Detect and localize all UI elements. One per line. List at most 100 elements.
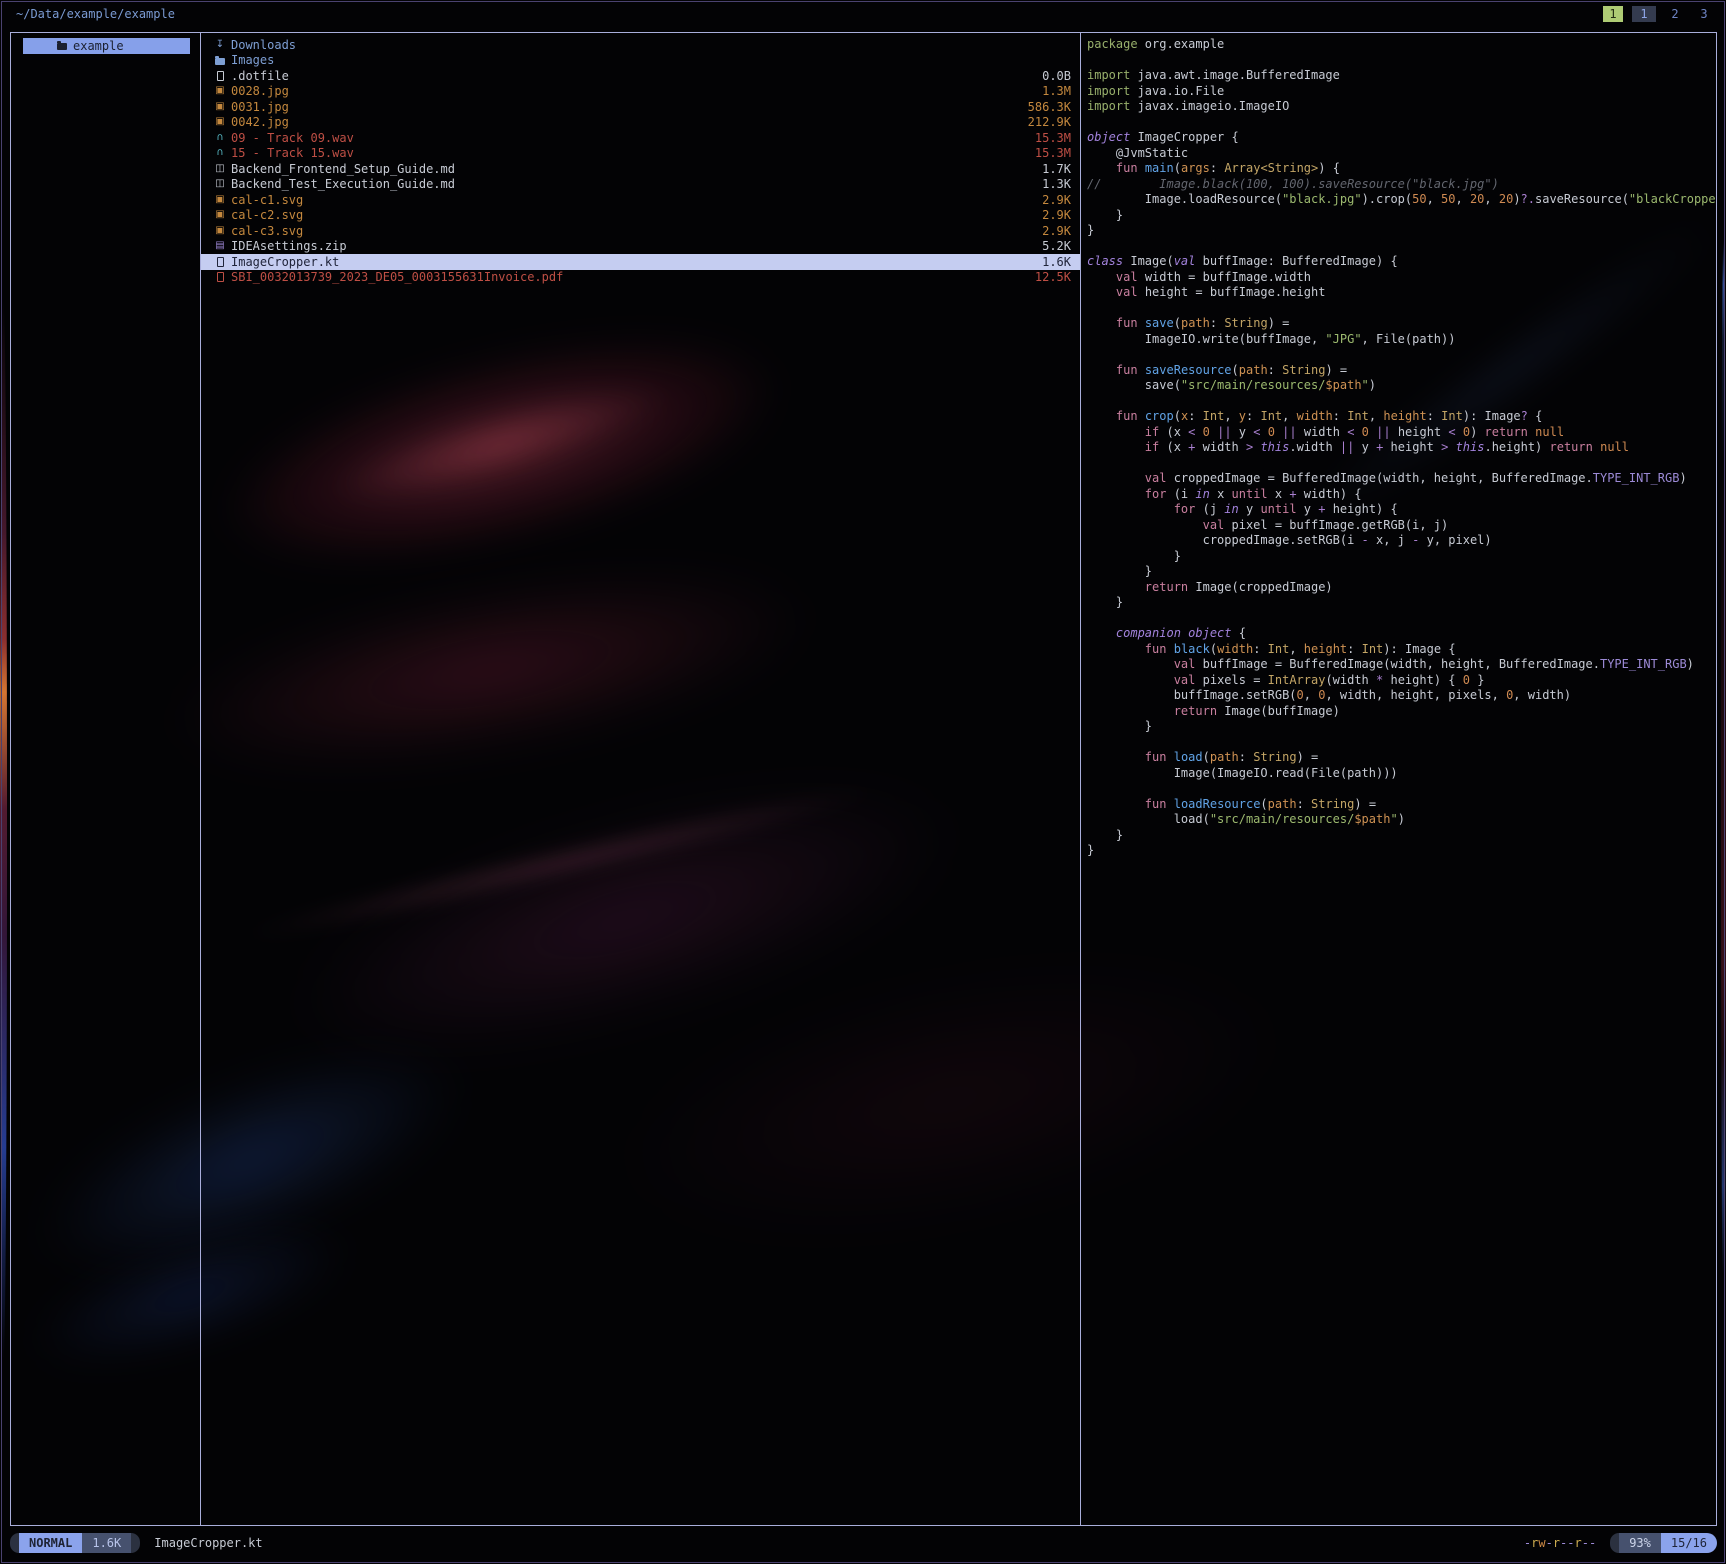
status-filename: ImageCropper.kt	[154, 1536, 262, 1550]
code-line: fun crop(x: Int, y: Int, width: Int, hei…	[1087, 409, 1716, 425]
sidebar-item-example[interactable]: example	[23, 38, 190, 54]
file-row[interactable]: ▣0031.jpg586.3K	[201, 99, 1080, 115]
file-row[interactable]: ▤IDEAsettings.zip5.2K	[201, 239, 1080, 255]
code-line	[1087, 239, 1716, 255]
code-line: val croppedImage = BufferedImage(width, …	[1087, 471, 1716, 487]
code-line: }	[1087, 843, 1716, 859]
code-line: ImageIO.write(buffImage, "JPG", File(pat…	[1087, 332, 1716, 348]
file-row[interactable]: ▣ 0042.jpg 212.9K	[201, 115, 1080, 131]
file-name: 0031.jpg	[231, 100, 289, 114]
file-size: 5.2K	[1042, 239, 1071, 253]
file-name: Downloads	[231, 38, 296, 52]
file-size: 15.3M	[1035, 131, 1071, 145]
file-size: 0.0B	[1042, 69, 1071, 83]
file-name: 15 - Track 15.wav	[231, 146, 354, 160]
code-line: Image.loadResource("black.jpg").crop(50,…	[1087, 192, 1716, 208]
file-row[interactable]: ▣cal-c2.svg2.9K	[201, 208, 1080, 224]
file-size: 212.9K	[1028, 115, 1071, 129]
code-line: return Image(croppedImage)	[1087, 580, 1716, 596]
code-preview: package org.exampleimport java.awt.image…	[1081, 33, 1716, 1525]
code-line: val pixel = buffImage.getRGB(i, j)	[1087, 518, 1716, 534]
image-icon: ▣	[214, 226, 226, 236]
tab-1[interactable]: 1	[1632, 6, 1656, 22]
file-icon	[214, 71, 226, 81]
code-line: fun save(path: String) =	[1087, 316, 1716, 332]
code-line	[1087, 781, 1716, 797]
code-line: companion object {	[1087, 626, 1716, 642]
code-line: }	[1087, 208, 1716, 224]
file-row[interactable]: ▣ cal-c3.svg 2.9K	[201, 223, 1080, 239]
code-line: for (i in x until x + width) {	[1087, 487, 1716, 503]
tab-2[interactable]: 2	[1665, 6, 1685, 22]
file-list[interactable]: ↧DownloadsImages.dotfile0.0B ▣ 0028.jpg 1.3…	[201, 33, 1081, 1525]
file-name: ImageCropper.kt	[231, 255, 339, 269]
image-icon: ▣	[214, 117, 226, 127]
file-row[interactable]: ImageCropper.kt1.6K	[201, 254, 1080, 270]
file-row[interactable]: ▣ cal-c1.svg 2.9K	[201, 192, 1080, 208]
file-name: Backend_Frontend_Setup_Guide.md	[231, 162, 455, 176]
file-name: cal-c3.svg	[231, 224, 303, 238]
file-size: 2.9K	[1042, 224, 1071, 238]
file-name: IDEAsettings.zip	[231, 239, 347, 253]
code-line: // Image.black(100, 100).saveResource("b…	[1087, 177, 1716, 193]
file-size: 2.9K	[1042, 193, 1071, 207]
code-line	[1087, 53, 1716, 69]
code-line: import javax.imageio.ImageIO	[1087, 99, 1716, 115]
code-line: buffImage.setRGB(0, 0, width, height, pi…	[1087, 688, 1716, 704]
code-line: package org.example	[1087, 37, 1716, 53]
code-line: }	[1087, 564, 1716, 580]
file-row[interactable]: ∩15 - Track 15.wav15.3M	[201, 146, 1080, 162]
folder-icon	[57, 43, 67, 50]
sidebar-item-label: example	[73, 39, 124, 53]
file-row[interactable]: ▣0028.jpg1.3M	[201, 84, 1080, 100]
file-size: 15.3M	[1035, 146, 1071, 160]
code-line: if (x + width > this.width || y + height…	[1087, 440, 1716, 456]
code-line	[1087, 735, 1716, 751]
mode-indicator: NORMAL	[19, 1533, 82, 1553]
file-name: cal-c1.svg	[231, 193, 303, 207]
parent-directory-pane: example	[11, 33, 201, 1525]
file-name: cal-c2.svg	[231, 208, 303, 222]
image-icon: ▣	[214, 86, 226, 96]
code-line: }	[1087, 595, 1716, 611]
code-line: fun load(path: String) =	[1087, 750, 1716, 766]
file-row[interactable]: ∩09 - Track 09.wav15.3M	[201, 130, 1080, 146]
file-name: 09 - Track 09.wav	[231, 131, 354, 145]
code-line: }	[1087, 828, 1716, 844]
tab-1[interactable]: 1	[1603, 6, 1623, 22]
tab-bar: 1123	[1603, 5, 1714, 22]
file-row[interactable]: ↧Downloads	[201, 37, 1080, 53]
code-line: for (j in y until y + height) {	[1087, 502, 1716, 518]
file-name: 0042.jpg	[231, 115, 289, 129]
markdown-icon: ◫	[214, 164, 226, 174]
code-line	[1087, 611, 1716, 627]
code-line: @JvmStatic	[1087, 146, 1716, 162]
code-line: load("src/main/resources/$path")	[1087, 812, 1716, 828]
code-line: fun main(args: Array<String>) {	[1087, 161, 1716, 177]
file-size: 586.3K	[1028, 100, 1071, 114]
file-permissions: -rw-r--r--	[1524, 1536, 1596, 1550]
file-size: 2.9K	[1042, 208, 1071, 222]
code-line: return Image(buffImage)	[1087, 704, 1716, 720]
file-name: Backend_Test_Execution_Guide.md	[231, 177, 455, 191]
file-size: 1.3K	[1042, 177, 1071, 191]
code-line: }	[1087, 719, 1716, 735]
file-name: 0028.jpg	[231, 84, 289, 98]
pdf-icon	[214, 272, 226, 282]
markdown-icon: ◫	[214, 179, 226, 189]
file-row[interactable]: ◫Backend_Frontend_Setup_Guide.md1.7K	[201, 161, 1080, 177]
status-pill-cap	[1610, 1533, 1619, 1553]
file-row[interactable]: Images	[201, 53, 1080, 69]
file-row[interactable]: SBI_0032013739_2023_DE05_0003155631Invoi…	[201, 270, 1080, 286]
tab-3[interactable]: 3	[1694, 6, 1714, 22]
file-manager-panels: example ↧DownloadsImages.dotfile0.0B ▣ 002…	[10, 32, 1717, 1526]
file-row[interactable]: .dotfile0.0B	[201, 68, 1080, 84]
code-line: val width = buffImage.width	[1087, 270, 1716, 286]
image-icon: ▣	[214, 195, 226, 205]
code-line	[1087, 456, 1716, 472]
file-name: Images	[231, 53, 274, 67]
folder-icon	[214, 56, 226, 65]
file-row[interactable]: ◫ Backend_Test_Execution_Guide.md 1.3K	[201, 177, 1080, 193]
status-pill-cap	[10, 1533, 19, 1553]
code-line: if (x < 0 || y < 0 || width < 0 || heigh…	[1087, 425, 1716, 441]
